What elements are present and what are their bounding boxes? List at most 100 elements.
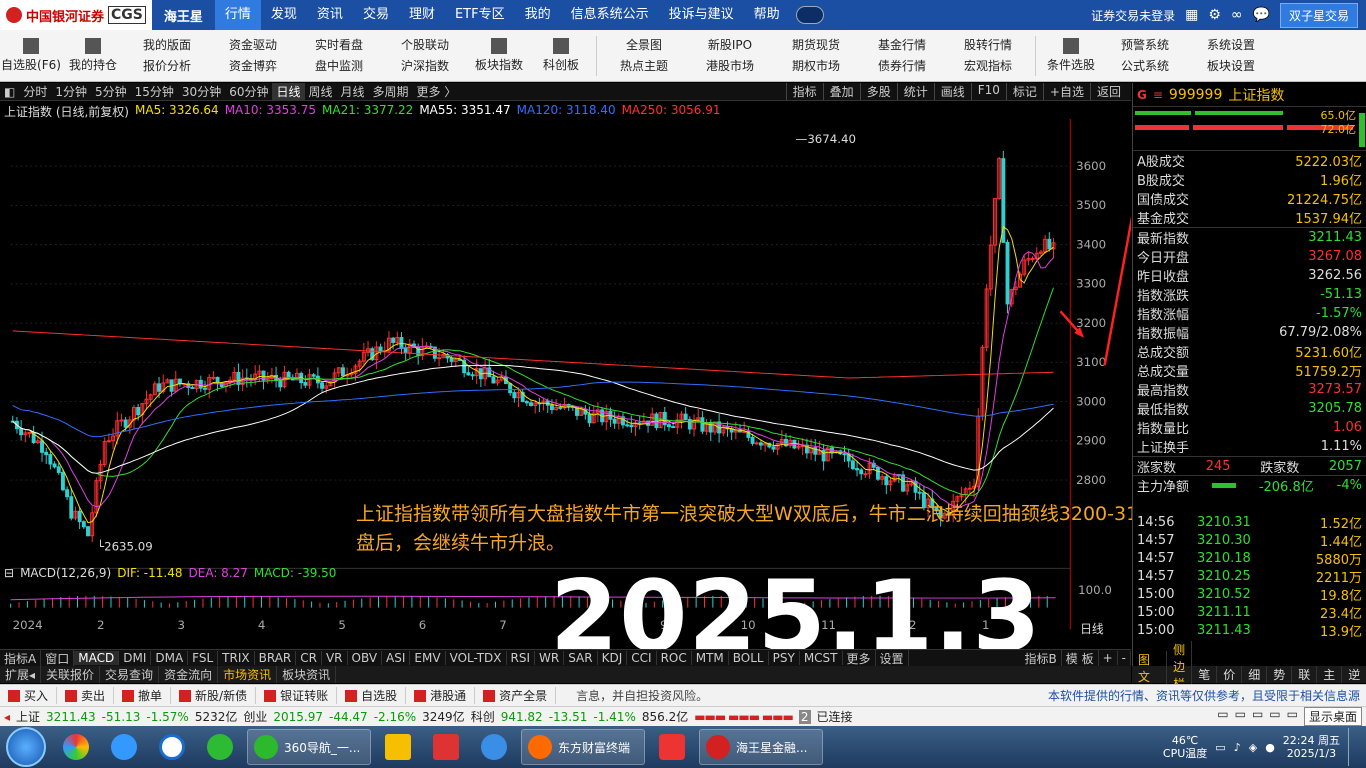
tool-link[interactable]: 沪深指数	[401, 56, 449, 77]
quote-tab[interactable]: 势	[1267, 666, 1293, 683]
indicator-tab[interactable]: FSL	[188, 651, 219, 665]
tool-link[interactable]: 基金行情	[878, 35, 926, 56]
tool-link[interactable]: 期权市场	[792, 56, 840, 77]
menu-item-2[interactable]: 资讯	[307, 0, 353, 30]
tool-link[interactable]: 板块设置	[1207, 56, 1255, 77]
taskbar-window-360[interactable]: 360导航_一...	[247, 729, 371, 765]
chart-tool-button[interactable]: 叠加	[822, 83, 860, 100]
ke-tool[interactable]: 科创板	[530, 38, 592, 73]
tray-icon-3[interactable]: ▭	[1252, 707, 1263, 726]
indicator-tab[interactable]: CR	[296, 651, 322, 665]
indicator-tab[interactable]: ASI	[382, 651, 411, 665]
indicator-tab[interactable]: OBV	[348, 651, 383, 665]
trade-button[interactable]: 自选股	[337, 687, 407, 704]
extension-tab[interactable]: 关联报价	[41, 666, 101, 683]
period-tab[interactable]: 30分钟	[178, 83, 225, 100]
volume-icon[interactable]: ♪	[1234, 741, 1241, 754]
quote-tab[interactable]: 逆	[1342, 666, 1366, 683]
tool-link[interactable]: 宏观指标	[964, 56, 1012, 77]
search-chart-tool[interactable]: 条件选股	[1040, 38, 1102, 73]
tray-icon-1[interactable]: ▭	[1217, 707, 1228, 726]
tray-icon-2[interactable]: ▭	[1235, 707, 1246, 726]
extension-tab[interactable]: 资金流向	[159, 666, 219, 683]
extension-tab[interactable]: 市场资讯	[218, 666, 278, 683]
period-tab[interactable]: 更多 〉	[413, 83, 461, 100]
trade-button[interactable]: 资产全景	[475, 687, 557, 704]
layout-icon[interactable]: ◧	[0, 85, 19, 99]
period-tab[interactable]: 15分钟	[131, 83, 178, 100]
indicator-tab[interactable]: BOLL	[729, 651, 769, 665]
tool-link[interactable]: 公式系统	[1121, 56, 1169, 77]
taskbar-window-hwx[interactable]: 海王星金融...	[699, 729, 823, 765]
app-pinned-1[interactable]	[55, 729, 97, 765]
menu-item-9[interactable]: 帮助	[744, 0, 790, 30]
indicator-right-button[interactable]: 指标B	[1021, 649, 1062, 667]
tool-link[interactable]: 新股IPO	[708, 35, 752, 56]
gear-icon[interactable]: ⚙	[1208, 7, 1221, 23]
menu-item-7[interactable]: 信息系统公示	[561, 0, 659, 30]
wechat-tray-icon[interactable]: ●	[1265, 741, 1275, 754]
tray-icon-5[interactable]: ▭	[1287, 707, 1298, 726]
wechat-icon[interactable]	[199, 729, 241, 765]
indicator-tab[interactable]: ROC	[657, 651, 692, 665]
link-icon[interactable]: ∞	[1231, 7, 1243, 23]
tool-link[interactable]: 系统设置	[1207, 35, 1255, 56]
quote-tab[interactable]: 笔	[1192, 666, 1218, 683]
show-desktop-button[interactable]: 显示桌面	[1303, 707, 1362, 726]
indicator-right-button[interactable]: -	[1118, 651, 1131, 665]
tool-link[interactable]: 报价分析	[143, 56, 191, 77]
tool-link[interactable]: 我的版面	[143, 35, 191, 56]
trade-button[interactable]: 港股通	[406, 687, 476, 704]
trade-button[interactable]: 撤单	[114, 687, 172, 704]
theme-toggle[interactable]	[795, 6, 824, 24]
clock[interactable]: 22:24 周五 2025/1/3	[1283, 734, 1340, 760]
indicator-tab[interactable]: CCI	[627, 651, 657, 665]
tool-link[interactable]: 股转行情	[964, 35, 1012, 56]
chart-tool-button[interactable]: 画线	[933, 83, 971, 100]
menu-icon[interactable]: ≡	[1153, 88, 1163, 102]
chart-tool-button[interactable]: F10	[970, 83, 1006, 100]
extension-tab[interactable]: 扩展◂	[0, 666, 42, 683]
menu-item-5[interactable]: ETF专区	[445, 0, 515, 30]
account-button[interactable]: 双子星交易	[1279, 2, 1358, 28]
menu-item-4[interactable]: 理财	[399, 0, 445, 30]
quote-tab[interactable]: 主	[1317, 666, 1343, 683]
extension-tab[interactable]: 交易查询	[100, 666, 160, 683]
login-status[interactable]: 证券交易未登录	[1091, 7, 1175, 24]
taskbar-window-eastmoney[interactable]: 东方财富终端	[521, 729, 645, 765]
indicator-tab[interactable]: TRIX	[218, 651, 255, 665]
indicator-tab[interactable]: MACD	[74, 651, 120, 665]
quote-tab[interactable]: 细	[1242, 666, 1268, 683]
tool-link[interactable]: 资金驱动	[229, 35, 277, 56]
tool-link[interactable]: 个股联动	[401, 35, 449, 56]
trade-button[interactable]: 买入	[0, 687, 58, 704]
app-book-icon[interactable]	[377, 729, 419, 765]
chart-tool-button[interactable]: 多股	[859, 83, 897, 100]
wps-icon[interactable]	[651, 729, 693, 765]
indicator-tab[interactable]: PSY	[769, 651, 800, 665]
app-sync-icon[interactable]	[473, 729, 515, 765]
trade-button[interactable]: 卖出	[57, 687, 115, 704]
period-tab[interactable]: 1分钟	[51, 83, 91, 100]
ie-icon[interactable]	[103, 729, 145, 765]
extension-tab[interactable]: 板块资讯	[277, 666, 337, 683]
tool-link[interactable]: 预警系统	[1121, 35, 1169, 56]
trade-button[interactable]: 银证转账	[256, 687, 338, 704]
indicator-tab[interactable]: DMA	[151, 651, 189, 665]
indicator-tab[interactable]: EMV	[410, 651, 446, 665]
chart-tool[interactable]: 板块指数	[468, 38, 530, 73]
period-tab[interactable]: 多周期	[369, 83, 413, 100]
period-tab[interactable]: 日线	[272, 83, 305, 100]
quote-tab[interactable]: 价	[1217, 666, 1243, 683]
quote-tab[interactable]: 联	[1292, 666, 1318, 683]
start-button[interactable]	[6, 727, 46, 767]
chart-tool-button[interactable]: 标记	[1005, 83, 1043, 100]
period-tab[interactable]: 60分钟	[225, 83, 272, 100]
menu-item-3[interactable]: 交易	[353, 0, 399, 30]
tool-link[interactable]: 全景图	[626, 35, 662, 56]
indicator-tab[interactable]: SAR	[564, 651, 598, 665]
shield-icon[interactable]: ◈	[1249, 741, 1257, 754]
indicator-tab[interactable]: MCST	[800, 651, 843, 665]
indicator-tab[interactable]: BRAR	[255, 651, 297, 665]
tool-link[interactable]: 盘中监测	[315, 56, 363, 77]
